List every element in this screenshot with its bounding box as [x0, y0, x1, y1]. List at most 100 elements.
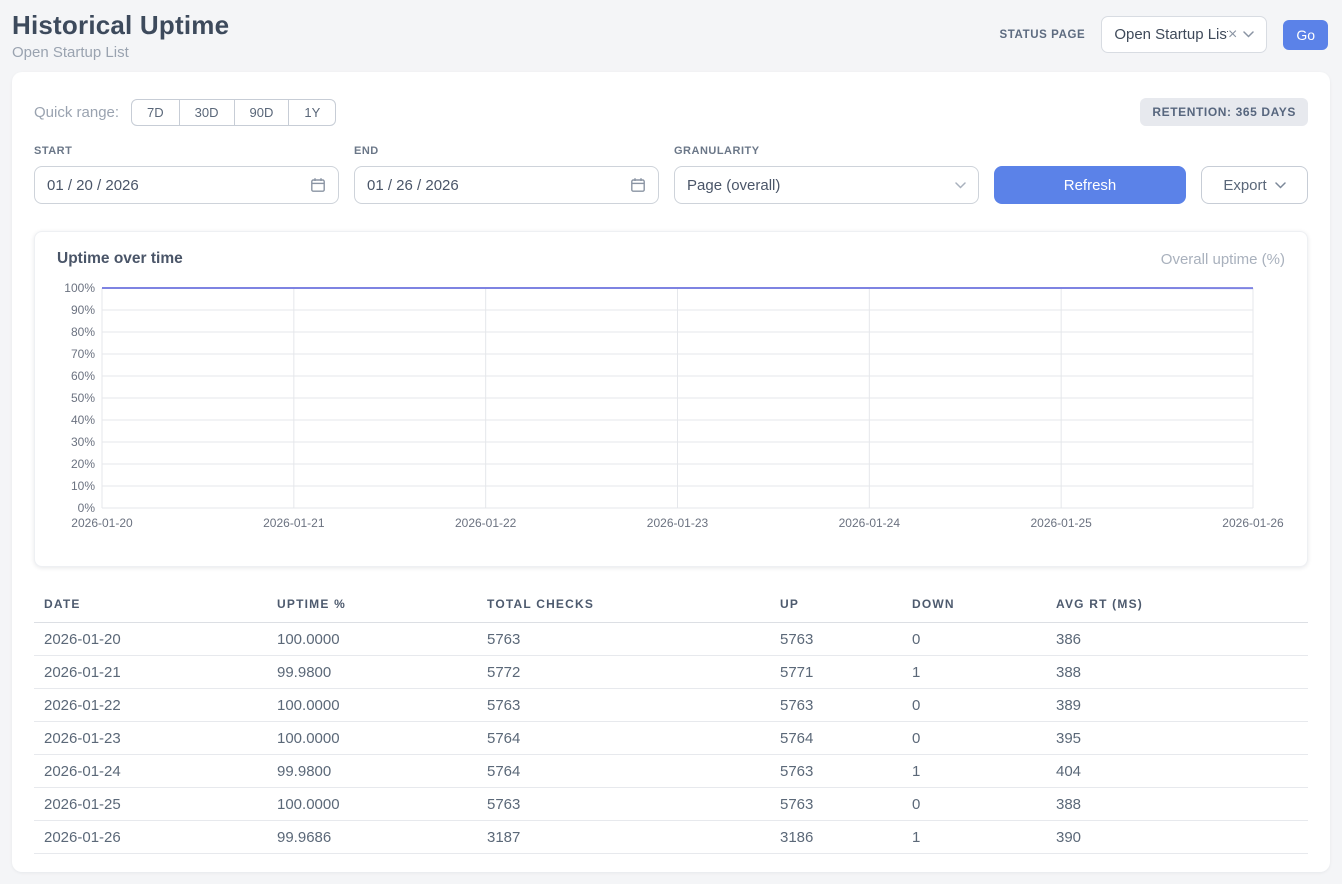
table-cell: 5764 — [487, 755, 780, 788]
filter-fields-row: START 01 / 20 / 2026 END 01 / 26 / 2026 … — [34, 145, 1308, 204]
table-cell: 5763 — [487, 689, 780, 722]
svg-text:2026-01-26: 2026-01-26 — [1222, 516, 1284, 530]
start-date-input[interactable]: 01 / 20 / 2026 — [34, 166, 339, 204]
table-cell: 100.0000 — [277, 722, 487, 755]
svg-text:80%: 80% — [71, 325, 95, 339]
table-cell: 2026-01-24 — [34, 755, 277, 788]
table-cell: 100.0000 — [277, 689, 487, 722]
table-cell: 5763 — [780, 623, 912, 656]
table-body: 2026-01-20100.00005763576303862026-01-21… — [34, 623, 1308, 854]
table-cell: 0 — [912, 623, 1056, 656]
status-page-select[interactable]: Open Startup List × — [1101, 16, 1267, 53]
table-cell: 1 — [912, 656, 1056, 689]
export-button[interactable]: Export — [1201, 166, 1308, 204]
svg-text:90%: 90% — [71, 303, 95, 317]
svg-text:2026-01-23: 2026-01-23 — [647, 516, 709, 530]
calendar-icon[interactable] — [310, 177, 326, 193]
svg-text:50%: 50% — [71, 391, 95, 405]
table-cell: 2026-01-21 — [34, 656, 277, 689]
table-cell: 3186 — [780, 821, 912, 854]
table-row: 2026-01-2699.9686318731861390 — [34, 821, 1308, 854]
retention-badge: RETENTION: 365 DAYS — [1140, 98, 1308, 126]
table-cell: 1 — [912, 755, 1056, 788]
table-row: 2026-01-22100.0000576357630389 — [34, 689, 1308, 722]
refresh-button[interactable]: Refresh — [994, 166, 1186, 204]
status-page-label: STATUS PAGE — [999, 29, 1085, 41]
chevron-down-icon — [1243, 31, 1254, 38]
page-title: Historical Uptime — [12, 10, 229, 41]
table-cell: 2026-01-20 — [34, 623, 277, 656]
quick-range-90d-button[interactable]: 90D — [234, 99, 290, 126]
quick-range-30d-button[interactable]: 30D — [179, 99, 235, 126]
table-cell: 5771 — [780, 656, 912, 689]
table-cell: 5772 — [487, 656, 780, 689]
table-cell: 5763 — [780, 689, 912, 722]
table-cell: 99.9686 — [277, 821, 487, 854]
table-cell: 395 — [1056, 722, 1308, 755]
start-date-label: START — [34, 145, 339, 157]
table-cell: 99.9800 — [277, 656, 487, 689]
chevron-down-icon — [1275, 182, 1286, 189]
table-cell: 388 — [1056, 788, 1308, 821]
table-cell: 100.0000 — [277, 788, 487, 821]
svg-text:60%: 60% — [71, 369, 95, 383]
quick-range-7d-button[interactable]: 7D — [131, 99, 180, 126]
table-cell: 0 — [912, 788, 1056, 821]
table-cell: 5764 — [780, 722, 912, 755]
svg-text:2026-01-22: 2026-01-22 — [455, 516, 517, 530]
quick-range-row: Quick range: 7D30D90D1Y RETENTION: 365 D… — [34, 98, 1308, 126]
end-date-label: END — [354, 145, 659, 157]
table-cell: 389 — [1056, 689, 1308, 722]
table-row: 2026-01-23100.0000576457640395 — [34, 722, 1308, 755]
svg-text:20%: 20% — [71, 457, 95, 471]
quick-range-label: Quick range: — [34, 104, 119, 121]
svg-text:30%: 30% — [71, 435, 95, 449]
svg-text:40%: 40% — [71, 413, 95, 427]
table-cell: 388 — [1056, 656, 1308, 689]
table-cell: 1 — [912, 821, 1056, 854]
uptime-table: DATEUPTIME %TOTAL CHECKSUPDOWNAVG RT (MS… — [34, 593, 1308, 854]
table-cell: 0 — [912, 722, 1056, 755]
svg-text:10%: 10% — [71, 479, 95, 493]
table-cell: 390 — [1056, 821, 1308, 854]
granularity-select[interactable]: Page (overall) — [674, 166, 979, 204]
svg-text:2026-01-25: 2026-01-25 — [1030, 516, 1092, 530]
table-cell: 2026-01-26 — [34, 821, 277, 854]
table-cell: 2026-01-23 — [34, 722, 277, 755]
svg-text:70%: 70% — [71, 347, 95, 361]
table-cell: 5763 — [780, 788, 912, 821]
column-header: UPTIME % — [277, 593, 487, 623]
go-button[interactable]: Go — [1283, 20, 1328, 50]
table-cell: 2026-01-25 — [34, 788, 277, 821]
chart-legend: Overall uptime (%) — [1161, 251, 1285, 268]
clear-icon[interactable]: × — [1228, 27, 1237, 43]
calendar-icon[interactable] — [630, 177, 646, 193]
granularity-value: Page (overall) — [687, 177, 780, 194]
quick-range-1y-button[interactable]: 1Y — [288, 99, 336, 126]
column-header: DOWN — [912, 593, 1056, 623]
granularity-label: GRANULARITY — [674, 145, 979, 157]
table-cell: 2026-01-22 — [34, 689, 277, 722]
table-cell: 0 — [912, 689, 1056, 722]
column-header: UP — [780, 593, 912, 623]
end-date-input[interactable]: 01 / 26 / 2026 — [354, 166, 659, 204]
table-cell: 5763 — [487, 623, 780, 656]
title-block: Historical Uptime Open Startup List — [12, 10, 229, 61]
svg-text:2026-01-20: 2026-01-20 — [71, 516, 133, 530]
table-cell: 386 — [1056, 623, 1308, 656]
table-cell: 5763 — [780, 755, 912, 788]
table-row: 2026-01-20100.0000576357630386 — [34, 623, 1308, 656]
column-header: TOTAL CHECKS — [487, 593, 780, 623]
end-date-field: END 01 / 26 / 2026 — [354, 145, 659, 204]
uptime-line-chart: 0%10%20%30%40%50%60%70%80%90%100%2026-01… — [57, 276, 1285, 534]
table-cell: 99.9800 — [277, 755, 487, 788]
uptime-chart-card: Uptime over time Overall uptime (%) 0%10… — [34, 231, 1308, 567]
status-page-select-value: Open Startup List — [1114, 26, 1228, 43]
end-date-value: 01 / 26 / 2026 — [367, 177, 459, 194]
svg-text:2026-01-21: 2026-01-21 — [263, 516, 325, 530]
page-subtitle: Open Startup List — [12, 44, 229, 61]
granularity-field: GRANULARITY Page (overall) — [674, 145, 979, 204]
table-cell: 3187 — [487, 821, 780, 854]
main-panel: Quick range: 7D30D90D1Y RETENTION: 365 D… — [12, 72, 1330, 872]
table-header: DATEUPTIME %TOTAL CHECKSUPDOWNAVG RT (MS… — [34, 593, 1308, 623]
